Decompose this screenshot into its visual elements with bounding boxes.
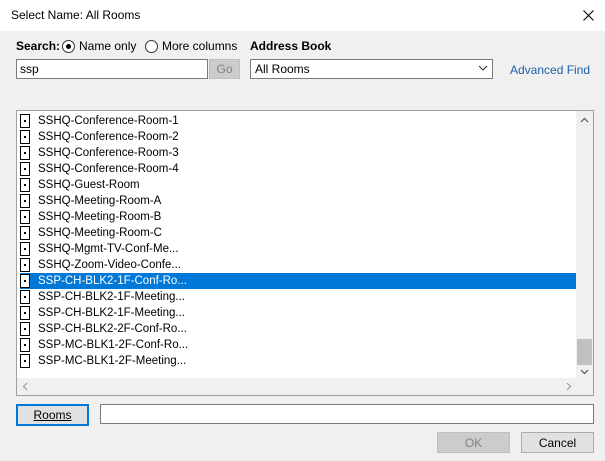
list-item-label: SSHQ-Meeting-Room-A [38,195,162,207]
scroll-thumb[interactable] [577,339,592,365]
list-item[interactable]: SSHQ-Conference-Room-4 [20,161,576,177]
scrollbar-corner [576,378,593,395]
room-icon [20,162,30,176]
list-item-label: SSHQ-Meeting-Room-C [38,227,162,239]
scroll-up-icon[interactable] [580,117,589,123]
search-input[interactable]: ssp [16,59,208,79]
address-book-value: All Rooms [255,62,310,76]
list-item-label: SSHQ-Mgmt-TV-Conf-Me... [38,243,179,255]
room-icon [20,338,30,352]
room-icon [20,210,30,224]
list-item-label: SSP-CH-BLK2-1F-Meeting... [38,291,185,303]
vertical-scrollbar[interactable] [576,111,593,381]
chevron-down-icon [478,65,488,71]
radio-name-only[interactable]: Name only [62,39,136,53]
go-button[interactable]: Go [209,59,240,79]
list-item-label: SSP-CH-BLK2-1F-Meeting... [38,307,185,319]
list-item[interactable]: SSHQ-Meeting-Room-B [20,209,576,225]
room-icon [20,130,30,144]
list-item[interactable]: SSP-MC-BLK1-2F-Meeting... [20,353,576,369]
list-item[interactable]: SSHQ-Mgmt-TV-Conf-Me... [20,241,576,257]
list-item[interactable]: SSHQ-Conference-Room-2 [20,129,576,145]
rooms-field[interactable] [100,404,594,424]
scroll-down-icon[interactable] [580,369,589,375]
list-item[interactable]: SSP-CH-BLK2-1F-Conf-Ro... [20,273,576,289]
title-bar: Select Name: All Rooms [0,0,605,31]
close-button[interactable] [571,0,605,31]
select-name-dialog: Select Name: All Rooms Search: Name only… [0,0,605,461]
search-label: Search: [16,39,61,53]
list-item[interactable]: SSP-MC-BLK1-2F-Conf-Ro... [20,337,576,353]
list-item-label: SSP-CH-BLK2-1F-Conf-Ro... [38,275,187,287]
room-icon [20,194,30,208]
list-item-label: SSHQ-Conference-Room-1 [38,115,179,127]
room-icon [20,258,30,272]
cancel-button[interactable]: Cancel [521,432,594,453]
room-icon [20,306,30,320]
list-item-label: SSP-CH-BLK2-2F-Conf-Ro... [38,323,187,335]
room-icon [20,274,30,288]
radio-name-only-label: Name only [79,39,137,53]
list-item[interactable]: SSP-CH-BLK2-2F-Conf-Ro... [20,321,576,337]
scroll-right-icon[interactable] [566,382,572,391]
radio-more-columns[interactable]: More columns [145,39,237,53]
list-item[interactable]: SSHQ-Zoom-Video-Confe... [20,257,576,273]
list-item[interactable]: SSHQ-Meeting-Room-C [20,225,576,241]
room-icon [20,354,30,368]
list-item-label: SSHQ-Zoom-Video-Confe... [38,259,181,271]
list-item-label: SSP-MC-BLK1-2F-Conf-Ro... [38,339,189,351]
list-item[interactable]: SSHQ-Conference-Room-3 [20,145,576,161]
list-item-label: SSHQ-Meeting-Room-B [38,211,162,223]
rooms-button[interactable]: Rooms [16,404,89,426]
list-item[interactable]: SSP-CH-BLK2-1F-Meeting... [20,289,576,305]
list-item[interactable]: SSHQ-Conference-Room-1 [20,113,576,129]
results-list[interactable]: SSHQ-Conference-Room-1 SSHQ-Conference-Ro… [16,110,594,396]
list-item[interactable]: SSP-CH-BLK2-1F-Meeting... [20,305,576,321]
list-item[interactable]: SSHQ-Meeting-Room-A [20,193,576,209]
address-book-select[interactable]: All Rooms [250,59,493,79]
room-icon [20,178,30,192]
list-item-label: SSP-MC-BLK1-2F-Meeting... [38,355,187,367]
list-item-label: SSHQ-Guest-Room [38,179,140,191]
radio-checked-icon[interactable] [62,39,75,53]
list-item-label: SSHQ-Conference-Room-2 [38,131,179,143]
room-icon [20,114,30,128]
horizontal-scrollbar[interactable] [17,378,577,395]
list-item-label: SSHQ-Conference-Room-4 [38,163,179,175]
room-icon [20,146,30,160]
advanced-find-link[interactable]: Advanced Find [510,63,590,77]
room-icon [20,322,30,336]
room-icon [20,226,30,240]
room-icon [20,290,30,304]
list-item-label: SSHQ-Conference-Room-3 [38,147,179,159]
window-title: Select Name: All Rooms [11,8,141,22]
ok-button[interactable]: OK [437,432,510,453]
room-icon [20,242,30,256]
radio-more-columns-label: More columns [162,39,238,53]
radio-unchecked-icon[interactable] [145,39,158,53]
address-book-label: Address Book [250,39,332,53]
close-icon [582,10,594,21]
rooms-button-label: Rooms [33,408,72,422]
list-item[interactable]: SSHQ-Guest-Room [20,177,576,193]
scroll-left-icon[interactable] [22,382,28,391]
